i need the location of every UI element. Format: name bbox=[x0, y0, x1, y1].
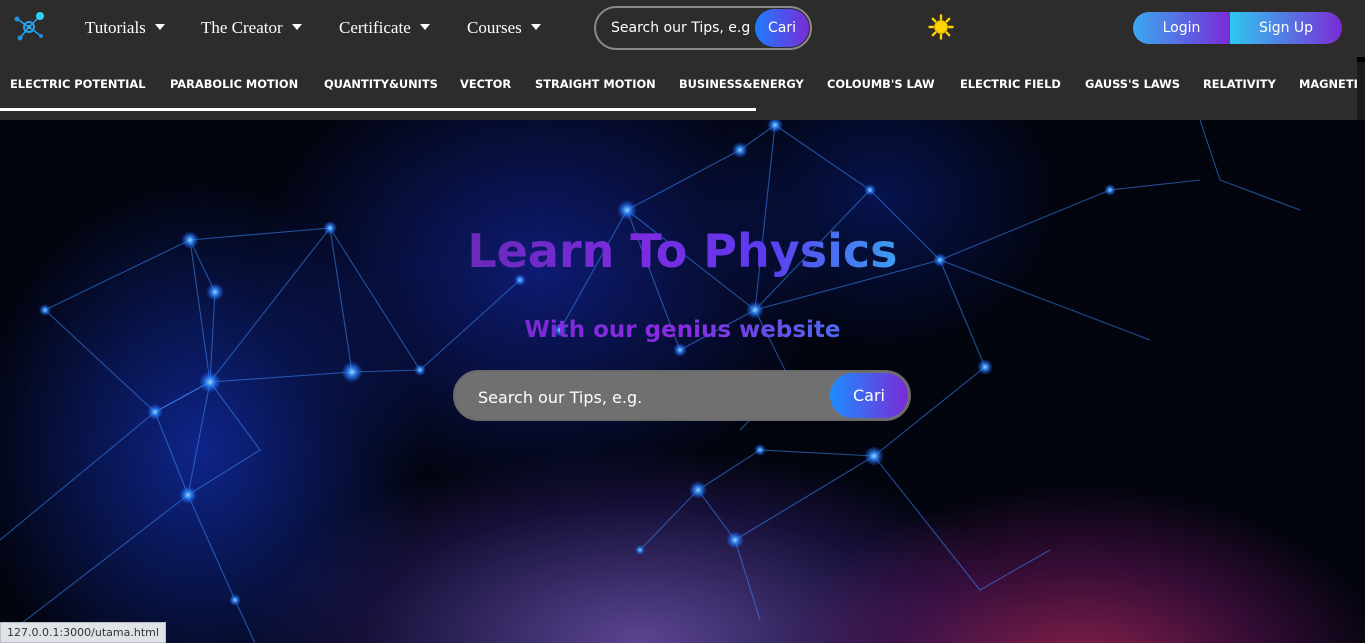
topic-coloumbs-law[interactable]: COLOUMB'S LAW bbox=[827, 76, 935, 92]
nav-courses-label: Courses bbox=[467, 18, 522, 37]
hero-search-bar: Cari bbox=[453, 370, 911, 421]
nav-the-creator-label: The Creator bbox=[201, 18, 283, 37]
hero-subtitle: With our genius website bbox=[0, 315, 1365, 345]
topic-gauss-laws[interactable]: GAUSS'S LAWS bbox=[1085, 76, 1180, 92]
caret-down-icon bbox=[530, 24, 541, 30]
scroll-progress-indicator bbox=[0, 108, 756, 111]
topic-parabolic-motion[interactable]: PARABOLIC MOTION bbox=[170, 76, 298, 92]
topic-quantity-units[interactable]: QUANTITY&UNITS bbox=[324, 76, 438, 92]
hero-title-text: Learn To Physics bbox=[467, 224, 898, 278]
nav-tutorials[interactable]: Tutorials bbox=[85, 17, 165, 39]
login-button[interactable]: Login bbox=[1133, 12, 1230, 44]
vertical-scrollbar[interactable] bbox=[1357, 62, 1365, 120]
signup-button[interactable]: Sign Up bbox=[1230, 12, 1342, 44]
hero-title: Learn To Physics bbox=[0, 223, 1365, 279]
topic-relativity[interactable]: RELATIVITY bbox=[1203, 76, 1276, 92]
nav-the-creator[interactable]: The Creator bbox=[201, 17, 302, 39]
topic-magnetic[interactable]: MAGNETIC bbox=[1299, 76, 1357, 92]
topic-vector[interactable]: VECTOR bbox=[460, 76, 511, 92]
caret-down-icon bbox=[291, 24, 302, 30]
nav-courses[interactable]: Courses bbox=[467, 17, 541, 39]
hero-search-input[interactable] bbox=[478, 385, 808, 409]
sun-icon[interactable] bbox=[928, 14, 954, 40]
atom-network-logo-icon[interactable] bbox=[12, 10, 46, 44]
caret-down-icon bbox=[419, 24, 430, 30]
hero-section: Learn To Physics With our genius website… bbox=[0, 120, 1365, 643]
hero-subtitle-text: With our genius website bbox=[524, 317, 841, 343]
top-search-bar: Cari bbox=[594, 6, 812, 50]
nav-tutorials-label: Tutorials bbox=[85, 18, 146, 37]
browser-status-url: 127.0.0.1:3000/utama.html bbox=[0, 622, 166, 643]
topic-electric-field[interactable]: ELECTRIC FIELD bbox=[960, 76, 1061, 92]
top-navbar: Tutorials The Creator Certificate Course… bbox=[0, 0, 1365, 57]
nav-certificate[interactable]: Certificate bbox=[339, 17, 430, 39]
topic-scroll-bar: ELECTRIC POTENTIAL PARABOLIC MOTION QUAN… bbox=[0, 57, 1357, 120]
topic-straight-motion[interactable]: STRAIGHT MOTION bbox=[535, 76, 656, 92]
caret-down-icon bbox=[154, 24, 165, 30]
topic-electric-potential[interactable]: ELECTRIC POTENTIAL bbox=[10, 76, 145, 92]
top-search-input[interactable] bbox=[611, 17, 751, 39]
topic-business-energy[interactable]: BUSINESS&ENERGY bbox=[679, 76, 804, 92]
nav-certificate-label: Certificate bbox=[339, 18, 411, 37]
hero-search-button[interactable]: Cari bbox=[830, 373, 908, 418]
top-search-button[interactable]: Cari bbox=[755, 9, 809, 47]
